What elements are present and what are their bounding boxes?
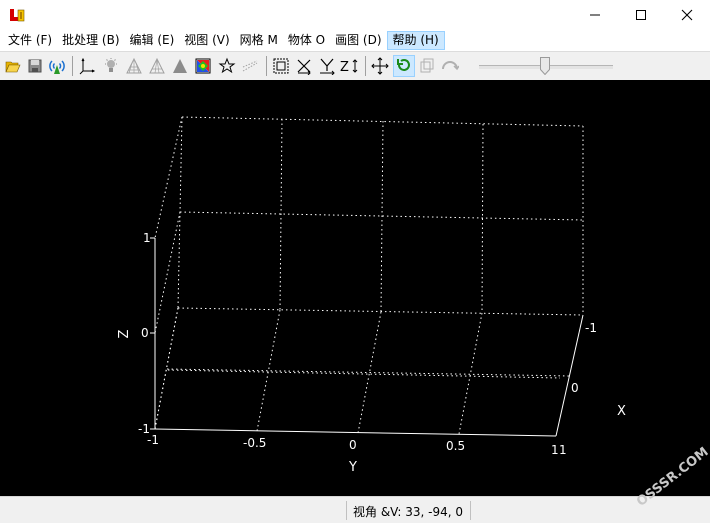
- z-tick-label: 1: [143, 231, 151, 245]
- save-icon[interactable]: [24, 55, 46, 77]
- menu-object[interactable]: 物体 O: [283, 31, 330, 50]
- menu-view[interactable]: 视图 (V): [179, 31, 234, 50]
- solid-surface-icon[interactable]: [169, 55, 191, 77]
- menu-help[interactable]: 帮助 (H): [386, 31, 445, 50]
- rotate-z-icon[interactable]: Z: [339, 55, 361, 77]
- x-axis-label: X: [617, 404, 626, 419]
- svg-text:Z: Z: [340, 60, 349, 75]
- copy-view-icon[interactable]: [416, 55, 438, 77]
- y-axis-label: Y: [348, 460, 357, 475]
- close-button[interactable]: [664, 0, 710, 30]
- open-folder-icon[interactable]: [2, 55, 24, 77]
- z-tick-label: 0: [141, 326, 149, 340]
- x-tick-label: -1: [585, 321, 597, 335]
- broadcast-icon[interactable]: [46, 55, 68, 77]
- y-tick-label: 0: [349, 438, 357, 452]
- grid-lines: [154, 116, 584, 435]
- y-tick-label: -1: [147, 433, 159, 447]
- maximize-button[interactable]: [618, 0, 664, 30]
- wireframe-icon[interactable]: [146, 55, 168, 77]
- toolbar: Z: [0, 51, 710, 80]
- move-icon[interactable]: [369, 55, 391, 77]
- mesh-grid-icon[interactable]: [123, 55, 145, 77]
- menu-edit[interactable]: 编辑 (E): [125, 31, 180, 50]
- plot-3d: 1 0 -1 -1 -0.5 0 0.5 1 -1 0 1 Z Y X: [117, 116, 626, 475]
- title-bar: [0, 0, 710, 30]
- axes-icon[interactable]: [77, 55, 99, 77]
- menu-batch[interactable]: 批处理 (B): [57, 31, 124, 50]
- view-angle-status: 视角 &V: 33, -94, 0: [353, 505, 464, 519]
- scatter-points-icon[interactable]: [239, 55, 261, 77]
- x-tick-label: 1: [559, 443, 567, 457]
- app-logo-icon: [9, 7, 25, 23]
- x-tick-label: 0: [571, 381, 579, 395]
- y-tick-label: -0.5: [243, 436, 266, 450]
- reset-view-icon[interactable]: [439, 55, 461, 77]
- menu-mesh[interactable]: 网格 M: [235, 31, 283, 50]
- bounding-box-icon[interactable]: [270, 55, 292, 77]
- star-icon[interactable]: [216, 55, 238, 77]
- menu-bar: 文件 (F) 批处理 (B) 编辑 (E) 视图 (V) 网格 M 物体 O 画…: [0, 30, 710, 51]
- rotate-view-icon[interactable]: [393, 55, 415, 77]
- menu-draw[interactable]: 画图 (D): [330, 31, 386, 50]
- plot-canvas[interactable]: 1 0 -1 -1 -0.5 0 0.5 1 -1 0 1 Z Y X: [0, 80, 710, 496]
- z-axis-label: Z: [117, 329, 132, 338]
- status-bar: 视角 &V: 33, -94, 0: [0, 496, 710, 523]
- light-bulb-icon[interactable]: [100, 55, 122, 77]
- color-map-icon[interactable]: [192, 55, 214, 77]
- y-tick-label: 1: [551, 443, 559, 457]
- rotate-y-icon[interactable]: [316, 55, 338, 77]
- y-tick-label: 0.5: [446, 439, 465, 453]
- menu-file[interactable]: 文件 (F): [3, 31, 57, 50]
- zoom-slider-thumb[interactable]: [540, 57, 550, 76]
- minimize-button[interactable]: [572, 0, 618, 30]
- rotate-x-icon[interactable]: [293, 55, 315, 77]
- axes-frame: [150, 237, 584, 437]
